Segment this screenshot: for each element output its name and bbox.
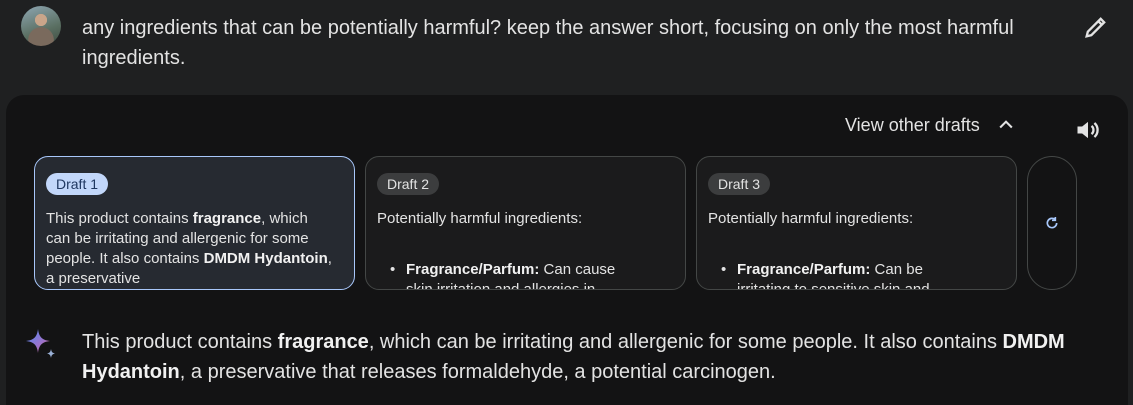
- draft-preview-heading: Potentially harmful ingredients:: [377, 210, 583, 227]
- pencil-icon: [1085, 17, 1106, 38]
- draft-preview-text: This product contains fragrance, which c…: [46, 210, 332, 287]
- speaker-icon: [1077, 121, 1099, 139]
- draft-card-3[interactable]: Draft 3 Potentially harmful ingredients:…: [696, 156, 1017, 290]
- draft-badge: Draft 1: [46, 173, 109, 195]
- draft-preview-bullet: Fragrance/Parfum: Can cause skin irritat…: [390, 260, 646, 289]
- regenerate-drafts-button[interactable]: [1027, 156, 1077, 290]
- view-other-drafts-label: View other drafts: [845, 114, 980, 135]
- sparkle-icon: [26, 329, 55, 358]
- edit-button[interactable]: [1082, 13, 1110, 41]
- draft-badge: Draft 2: [377, 173, 440, 195]
- draft-preview-heading: Potentially harmful ingredients:: [708, 210, 914, 227]
- draft-badge: Draft 3: [708, 173, 771, 195]
- chevron-up-icon: [999, 120, 1013, 129]
- draft-card-1[interactable]: Draft 1 This product contains fragrance,…: [34, 156, 355, 290]
- draft-preview-bullet: Fragrance/Parfum: Can be irritating to s…: [721, 260, 977, 289]
- read-aloud-button[interactable]: [1074, 116, 1102, 144]
- user-query: any ingredients that can be potentially …: [82, 17, 1014, 69]
- draft-card-2[interactable]: Draft 2 Potentially harmful ingredients:…: [365, 156, 686, 290]
- view-other-drafts-button[interactable]: View other drafts: [845, 112, 1016, 138]
- assistant-answer: This product contains fragrance, which c…: [82, 331, 1065, 383]
- refresh-icon: [1046, 217, 1058, 229]
- user-avatar: [21, 6, 61, 46]
